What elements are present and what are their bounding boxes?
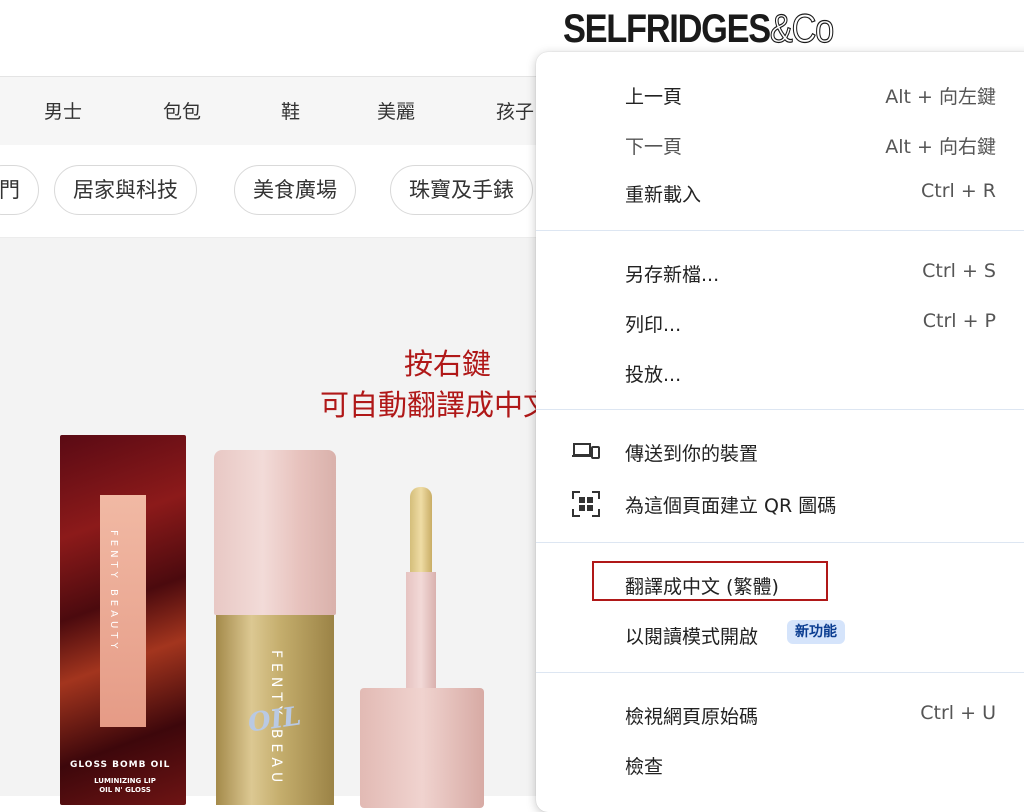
box-stripe — [100, 495, 146, 727]
category-pill-partial[interactable]: 門 — [0, 165, 39, 215]
menu-item-reload[interactable]: 重新載入 Ctrl + R — [536, 170, 1024, 214]
menu-shortcut-view-source: Ctrl + U — [920, 702, 996, 724]
menu-item-send-to-devices[interactable]: 傳送到你的裝置 — [536, 429, 1024, 473]
nav-item-beauty[interactable]: 美麗 — [377, 97, 415, 124]
box-subtitle-text: LUMINIZING LIP OIL N' GLOSS — [94, 777, 156, 794]
menu-item-back[interactable]: 上一頁 Alt + 向左鍵 — [536, 72, 1024, 116]
bottle-cap-image — [214, 450, 336, 615]
menu-label-forward: 下一頁 — [625, 136, 683, 158]
menu-item-save-as[interactable]: 另存新檔... Ctrl + S — [536, 250, 1024, 294]
menu-label-qr-code: 為這個頁面建立 QR 圖碼 — [625, 495, 837, 517]
menu-shortcut-print: Ctrl + P — [922, 310, 996, 332]
menu-separator — [536, 672, 1024, 673]
menu-item-qr-code[interactable]: 為這個頁面建立 QR 圖碼 — [536, 481, 1024, 525]
annotation-line-2: 可自動翻譯成中文 — [320, 388, 553, 422]
logo-text: SELFRIDGES — [563, 7, 771, 51]
context-menu: 上一頁 Alt + 向左鍵 下一頁 Alt + 向右鍵 重新載入 Ctrl + … — [536, 52, 1024, 812]
menu-label-reading-mode: 以閱讀模式開啟 — [625, 626, 759, 648]
menu-item-forward[interactable]: 下一頁 Alt + 向右鍵 — [536, 122, 1024, 166]
menu-shortcut-reload: Ctrl + R — [920, 180, 996, 202]
qr-code-icon — [572, 491, 600, 517]
menu-shortcut-back: Alt + 向左鍵 — [885, 86, 996, 108]
category-pill-jewellery-watches[interactable]: 珠寶及手錶 — [390, 165, 533, 215]
menu-item-inspect[interactable]: 檢查 — [536, 742, 1024, 786]
menu-label-cast: 投放... — [625, 364, 682, 386]
menu-item-print[interactable]: 列印... Ctrl + P — [536, 300, 1024, 344]
menu-label-reload: 重新載入 — [625, 184, 702, 206]
applicator-stem-image — [406, 572, 436, 690]
menu-label-view-source: 檢視網頁原始碼 — [625, 706, 759, 728]
menu-shortcut-save-as: Ctrl + S — [922, 260, 996, 282]
menu-item-cast[interactable]: 投放... — [536, 350, 1024, 394]
applicator-tip-image — [410, 487, 432, 577]
nav-item-shoes[interactable]: 鞋 — [281, 97, 300, 124]
category-pill-home-tech[interactable]: 居家與科技 — [54, 165, 197, 215]
box-title-text: GLOSS BOMB OIL — [70, 760, 171, 770]
product-box-image[interactable]: FENTY BEAUTY GLOSS BOMB OIL LUMINIZING L… — [60, 435, 186, 805]
nav-item-kids[interactable]: 孩子 — [496, 97, 534, 124]
logo-amp: &Co — [769, 6, 834, 51]
menu-separator — [536, 230, 1024, 231]
menu-label-back: 上一頁 — [625, 86, 683, 108]
site-logo[interactable]: SELFRIDGES&Co — [563, 6, 835, 52]
menu-label-send-to-devices: 傳送到你的裝置 — [625, 443, 759, 465]
nav-item-bags[interactable]: 包包 — [163, 97, 201, 124]
new-feature-badge: 新功能 — [787, 620, 845, 644]
menu-separator — [536, 409, 1024, 410]
devices-icon — [572, 439, 600, 463]
applicator-cap-image — [360, 688, 484, 808]
menu-item-view-source[interactable]: 檢視網頁原始碼 Ctrl + U — [536, 692, 1024, 736]
annotation-line-1: 按右鍵 — [404, 347, 492, 381]
nav-item-men[interactable]: 男士 — [44, 97, 82, 124]
menu-item-reading-mode[interactable]: 以閱讀模式開啟 新功能 — [536, 612, 1024, 656]
menu-separator — [536, 542, 1024, 543]
menu-label-inspect: 檢查 — [625, 756, 664, 778]
menu-label-save-as: 另存新檔... — [625, 264, 720, 286]
menu-label-print: 列印... — [625, 314, 682, 336]
box-brand-text: FENTY BEAUTY — [108, 530, 119, 653]
translate-highlight-box — [592, 561, 828, 601]
category-pill-food-hall[interactable]: 美食廣場 — [234, 165, 356, 215]
menu-shortcut-forward: Alt + 向右鍵 — [885, 136, 996, 158]
